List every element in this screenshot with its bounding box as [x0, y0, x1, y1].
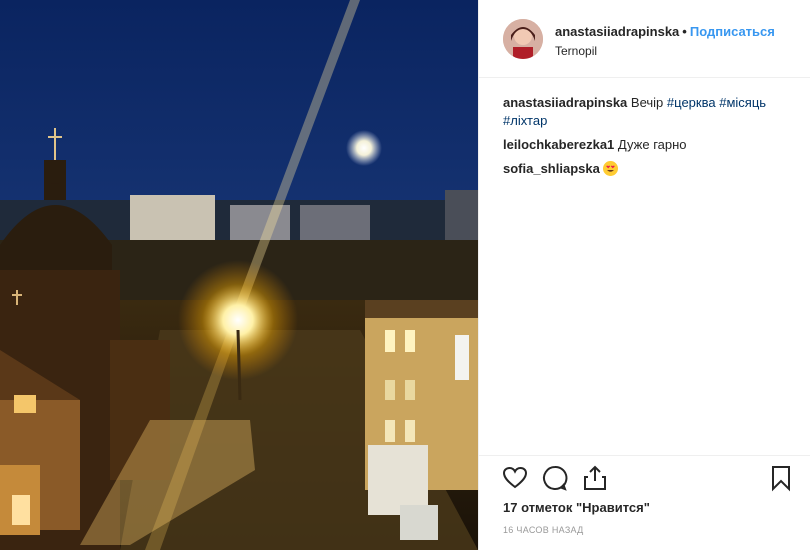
author-username[interactable]: anastasiiadrapinska [555, 24, 679, 39]
comment-username[interactable]: leilochkaberezka1 [503, 137, 614, 152]
comment-username[interactable]: sofia_shliapska [503, 161, 600, 176]
follow-button[interactable]: Подписаться [690, 24, 775, 39]
heart-icon[interactable] [501, 464, 529, 492]
separator-dot: • [682, 24, 687, 39]
post-author-line: anastasiiadrapinska • Подписаться [555, 24, 775, 39]
caption-comment: anastasiiadrapinska Вечір #церква #місяц… [503, 94, 793, 130]
comment-item: leilochkaberezka1 Дуже гарно [503, 136, 793, 154]
post-timestamp[interactable]: 16 часов назад [503, 525, 584, 535]
post-location[interactable]: Ternopil [555, 44, 597, 58]
comment-icon[interactable] [541, 464, 569, 492]
post-dialog: anastasiiadrapinska • Подписаться Ternopil… [0, 0, 810, 550]
likes-count[interactable]: 17 отметок "Нравится" [503, 500, 650, 515]
avatar[interactable] [503, 19, 543, 59]
comment-username[interactable]: anastasiiadrapinska [503, 95, 627, 110]
comment-item: sofia_shliapska [503, 160, 793, 178]
heart-eyes-emoji-icon [603, 161, 619, 176]
post-header: anastasiiadrapinska • Подписаться Ternopil [479, 0, 810, 78]
post-photo[interactable] [0, 0, 478, 550]
share-icon[interactable] [581, 464, 609, 492]
hashtag-link[interactable]: #місяць [719, 95, 766, 110]
bookmark-icon[interactable] [767, 464, 795, 492]
hashtag-link[interactable]: #ліхтар [503, 113, 547, 128]
comment-text: Дуже гарно [617, 137, 687, 152]
comments-list: anastasiiadrapinska Вечір #церква #місяц… [503, 94, 793, 184]
action-bar [479, 455, 810, 500]
post-sidebar: anastasiiadrapinska • Подписаться Ternopil… [478, 0, 810, 550]
comment-text: Вечір [630, 95, 664, 110]
hashtag-link[interactable]: #церква [667, 95, 716, 110]
